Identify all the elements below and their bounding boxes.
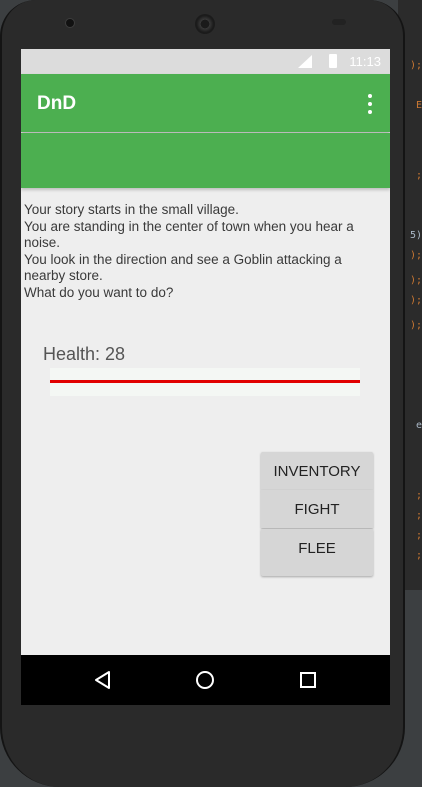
flee-button[interactable]: FLEE xyxy=(261,529,373,576)
back-triangle-icon[interactable] xyxy=(91,668,115,692)
story-line: What do you want to do? xyxy=(24,284,174,300)
earpiece-speaker xyxy=(195,14,215,34)
phone-screen: 11:13 DnD Your story starts in the small… xyxy=(21,49,390,705)
health-label: Health: 28 xyxy=(43,344,126,364)
proximity-sensor xyxy=(332,19,346,25)
app-title: DnD xyxy=(37,93,77,114)
home-circle-icon[interactable] xyxy=(193,668,217,692)
status-bar: 11:13 xyxy=(21,49,390,74)
recents-square-icon[interactable] xyxy=(296,668,320,692)
overflow-menu-icon[interactable] xyxy=(364,94,376,114)
signal-icon xyxy=(298,55,312,68)
toolbar-extension xyxy=(21,133,390,188)
story-text: Your story starts in the small village. … xyxy=(24,202,386,301)
story-line: You are standing in the center of town w… xyxy=(24,218,354,251)
inventory-button[interactable]: INVENTORY xyxy=(261,452,373,490)
health-bar-fill xyxy=(50,380,360,383)
fight-button[interactable]: FIGHT xyxy=(261,490,373,528)
story-line: You look in the direction and see a Gobl… xyxy=(24,251,342,284)
status-time: 11:13 xyxy=(349,54,381,69)
app-bar: DnD xyxy=(21,74,390,132)
navigation-bar xyxy=(21,655,390,705)
battery-icon xyxy=(329,54,337,68)
device-frame: 11:13 DnD Your story starts in the small… xyxy=(0,0,405,787)
front-camera xyxy=(65,18,75,28)
health-bar xyxy=(50,368,360,396)
story-line: Your story starts in the small village. xyxy=(24,202,239,217)
